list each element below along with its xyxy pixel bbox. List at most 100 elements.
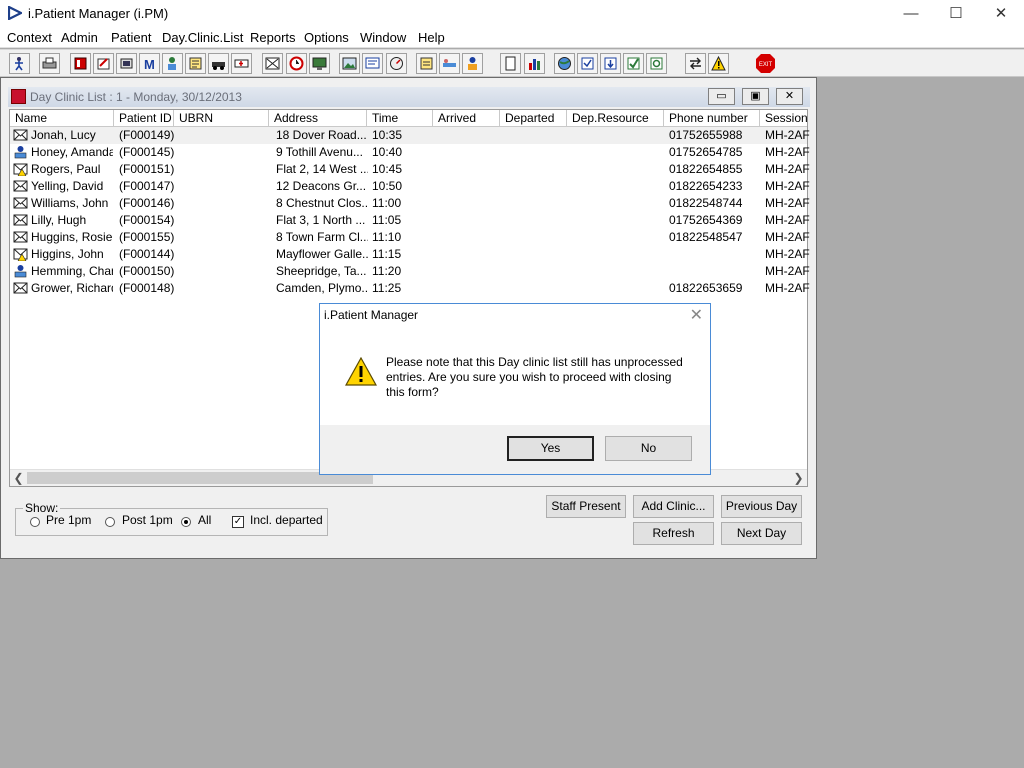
cell-phone: 01822654233 — [669, 179, 743, 193]
app-titlebar: i.Patient Manager (i.PM) — ☐ ✕ — [0, 0, 1024, 28]
notepad-icon[interactable] — [93, 53, 114, 74]
clock-icon[interactable] — [286, 53, 307, 74]
child-close-button[interactable]: ✕ — [776, 88, 803, 105]
ambulance-icon[interactable] — [231, 53, 252, 74]
cell-name: Higgins, John — [31, 247, 104, 261]
clipboard-green-icon[interactable] — [623, 53, 644, 74]
previous-day-button[interactable]: Previous Day — [721, 495, 802, 518]
radio-pre-1pm[interactable] — [30, 517, 40, 527]
table-row[interactable]: Higgins, John (F000144) Mayflower Galle...… — [10, 246, 810, 263]
column-header-ubrn[interactable]: UBRN — [174, 110, 269, 127]
radio-pre-1pm-label[interactable]: Pre 1pm — [46, 513, 91, 527]
document-icon[interactable] — [500, 53, 521, 74]
maximize-button[interactable]: ☐ — [933, 0, 979, 28]
menu-help[interactable]: Help — [418, 30, 445, 45]
cell-ubrn — [179, 144, 271, 161]
bed-icon[interactable] — [439, 53, 460, 74]
table-row[interactable]: Rogers, Paul (F000151) Flat 2, 14 West ...… — [10, 161, 810, 178]
dialog-close-button[interactable]: ✕ — [690, 305, 703, 325]
cell-session: MH-2AF — [765, 179, 810, 193]
child-restore-button[interactable]: ▣ — [742, 88, 769, 105]
menu-options[interactable]: Options — [304, 30, 349, 45]
show-filter-group: Show: Pre 1pm Post 1pm All ✓ Incl. depar… — [15, 501, 328, 536]
worker-icon[interactable] — [462, 53, 483, 74]
svg-text:M: M — [144, 57, 155, 71]
radio-post-1pm-label[interactable]: Post 1pm — [122, 513, 173, 527]
menu-context[interactable]: Context — [7, 30, 52, 45]
close-button[interactable]: ✕ — [978, 0, 1024, 28]
message-icon[interactable] — [362, 53, 383, 74]
incl-departed-label[interactable]: Incl. departed — [250, 513, 323, 527]
table-row[interactable]: Grower, Richard (F000148) Camden, Plymo...… — [10, 280, 810, 297]
day-clinic-list-title: Day Clinic List : 1 - Monday, 30/12/2013 — [30, 90, 242, 104]
pad-icon[interactable] — [416, 53, 437, 74]
clipboard-down-icon[interactable] — [600, 53, 621, 74]
column-header-departed[interactable]: Departed — [500, 110, 567, 127]
table-row[interactable]: Yelling, David (F000147) 12 Deacons Gr... 1… — [10, 178, 810, 195]
menu-reports[interactable]: Reports — [250, 30, 296, 45]
column-header-time[interactable]: Time — [367, 110, 433, 127]
notes-icon[interactable] — [185, 53, 206, 74]
add-clinic-button[interactable]: Add Clinic... — [633, 495, 714, 518]
printer-icon[interactable] — [39, 53, 60, 74]
cell-address: 18 Dover Road... — [276, 128, 367, 142]
transfer-icon[interactable] — [685, 53, 706, 74]
incl-departed-checkbox[interactable]: ✓ — [232, 516, 244, 528]
bar-chart-icon[interactable] — [524, 53, 545, 74]
photo-icon[interactable] — [339, 53, 360, 74]
cell-ubrn — [179, 161, 271, 178]
staff-present-button[interactable]: Staff Present — [546, 495, 626, 518]
scroll-left-icon[interactable]: ❮ — [10, 470, 27, 487]
table-row[interactable]: Huggins, Rosie (F000155) 8 Town Farm Cl...… — [10, 229, 810, 246]
table-row[interactable]: Jonah, Lucy (F000149) 18 Dover Road... 10:3… — [10, 127, 810, 144]
scanner-icon[interactable] — [116, 53, 137, 74]
globe-icon[interactable] — [554, 53, 575, 74]
column-header-arrived[interactable]: Arrived — [433, 110, 500, 127]
patient-list-icon[interactable] — [262, 53, 283, 74]
refresh-button[interactable]: Refresh — [633, 522, 714, 545]
next-day-button[interactable]: Next Day — [721, 522, 802, 545]
table-row[interactable]: Lilly, Hugh (F000154) Flat 3, 1 North ... 1… — [10, 212, 810, 229]
cell-phone: 01822548744 — [669, 196, 743, 210]
monitor-icon[interactable] — [309, 53, 330, 74]
table-row[interactable]: Williams, John (F000146) 8 Chestnut Clos..… — [10, 195, 810, 212]
radio-all[interactable] — [181, 517, 191, 527]
person-walk-icon[interactable] — [9, 53, 30, 74]
menu-admin[interactable]: Admin — [61, 30, 98, 45]
cell-address: 8 Town Farm Cl... — [276, 230, 368, 244]
cell-phone: 01822548547 — [669, 230, 743, 244]
doctor-icon[interactable] — [162, 53, 183, 74]
column-header-name[interactable]: Name — [10, 110, 114, 127]
menu-day-clinic-list[interactable]: Day.Clinic.List — [162, 30, 243, 45]
minimize-button[interactable]: — — [888, 0, 934, 28]
exit-icon[interactable]: EXIT — [755, 53, 776, 74]
column-header-session-code[interactable]: Session Code — [760, 110, 807, 127]
menu-patient[interactable]: Patient — [111, 30, 151, 45]
column-header-phone-number[interactable]: Phone number — [664, 110, 760, 127]
radio-all-label[interactable]: All — [198, 513, 211, 527]
cell-session: MH-2AF — [765, 196, 810, 210]
warning-icon[interactable] — [708, 53, 729, 74]
gauge-icon[interactable] — [386, 53, 407, 74]
dialog-no-button[interactable]: No — [605, 436, 692, 461]
book-red-icon[interactable] — [70, 53, 91, 74]
menu-window[interactable]: Window — [360, 30, 406, 45]
clipboard-refresh-icon[interactable] — [646, 53, 667, 74]
car-icon[interactable] — [208, 53, 229, 74]
cell-name: Grower, Richard — [31, 281, 113, 295]
letter-m-icon[interactable]: M — [139, 53, 160, 74]
column-header-patient-id[interactable]: Patient ID — [114, 110, 174, 127]
child-minimize-button[interactable]: ▭ — [708, 88, 735, 105]
scroll-right-icon[interactable]: ❯ — [790, 470, 807, 487]
radio-post-1pm[interactable] — [105, 517, 115, 527]
table-row[interactable]: Hemming, Char...(F000150)Sheepridge, Ta.… — [10, 263, 810, 280]
toolbar: M EXIT — [0, 49, 1024, 77]
cell-name: Jonah, Lucy — [31, 128, 96, 142]
column-header-dep-resource[interactable]: Dep.Resource — [567, 110, 664, 127]
dialog-yes-button[interactable]: Yes — [507, 436, 594, 461]
dialog-footer: Yes No — [320, 425, 710, 474]
column-header-address[interactable]: Address — [269, 110, 367, 127]
envelope-icon — [13, 214, 28, 226]
clipboard-check-icon[interactable] — [577, 53, 598, 74]
table-row[interactable]: Honey, Amanda (F000145) 9 Tothill Avenu...… — [10, 144, 810, 161]
